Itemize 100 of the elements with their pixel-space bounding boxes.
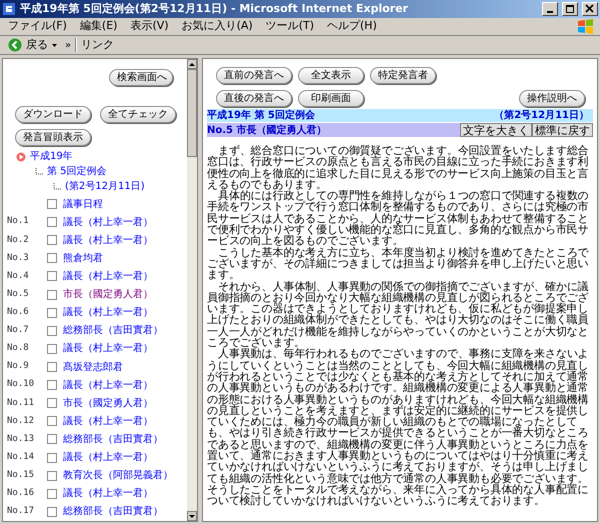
checkbox[interactable] xyxy=(47,470,57,481)
tree-link[interactable]: 平成19年 xyxy=(30,149,73,164)
speaker-link[interactable]: 髙坂登志郎君 xyxy=(63,360,123,375)
session-title: 平成19年 第 5回定例会 xyxy=(207,108,315,123)
nav-button[interactable]: 検索画面へ xyxy=(109,69,173,86)
nav-button[interactable]: 全文表示 xyxy=(298,67,364,84)
speech-paragraph: 具体的には行政としての専門性を維持しながら１つの窓口で関連する複数の手続をワンストップで行う窓口体制を整備するものであり、さらには究極の市民サービスは人であることから、人的なサービス体制もあわせて整備することで便利でわかりやすく優しい機能的な窓口に見直し、多角的な観点から市民サービスの向上を図るものでございます。 xyxy=(207,190,590,247)
speaker-link[interactable]: 議長（村上幸一君） xyxy=(63,486,153,502)
item-number: No.12 xyxy=(7,414,36,428)
checkbox[interactable] xyxy=(47,217,57,228)
item-number: No.14 xyxy=(7,450,36,464)
item-number: No.9 xyxy=(7,360,30,374)
item-number: No.7 xyxy=(7,324,30,338)
close-button[interactable] xyxy=(582,2,598,16)
scrollbar[interactable] xyxy=(187,59,197,521)
item-number: No.6 xyxy=(7,306,30,319)
speaker-link[interactable]: 議長（村上幸一君） xyxy=(63,305,153,320)
tree-link[interactable]: (第2号12月11日) xyxy=(65,179,145,194)
speaker-link[interactable]: 議長（村上幸一君） xyxy=(63,450,153,466)
checkbox[interactable] xyxy=(47,344,57,354)
checkbox[interactable] xyxy=(47,362,57,372)
speaker-link[interactable]: 議長（村上幸一君） xyxy=(63,378,153,393)
checkbox[interactable] xyxy=(47,199,57,210)
play-icon xyxy=(16,152,26,162)
nav-button[interactable]: 発言冒頭表示 xyxy=(15,129,91,146)
item-number: No.3 xyxy=(7,252,30,265)
menu-item[interactable]: お気に入り(A) xyxy=(182,18,253,35)
checkbox[interactable] xyxy=(47,308,57,318)
checkbox[interactable] xyxy=(47,398,57,408)
font-size-button[interactable]: 文字を大きく xyxy=(460,123,532,137)
item-number: No.4 xyxy=(7,270,30,283)
window-title: 平成19年第 5回定例会(第2号12月11日) - Microsoft Internet Explorer xyxy=(20,0,410,17)
speaker-link[interactable]: 総務部長（吉田實君） xyxy=(63,432,163,447)
speaker-link[interactable]: 市長（國定勇人君） xyxy=(63,287,153,302)
checkbox[interactable] xyxy=(47,488,57,499)
speech-paragraph: こうした基本的な考え方に立ち、本年度当初より検討を進めてきたところでございますが、その詳細につきましては担当より御答弁を申し上げたいと思います。 xyxy=(207,246,590,281)
checkbox[interactable] xyxy=(47,326,57,336)
nav-button[interactable]: 直後の発言へ xyxy=(216,90,292,107)
item-number: No.1 xyxy=(7,215,30,228)
windows-logo-icon xyxy=(576,18,596,35)
scroll-thumb[interactable] xyxy=(187,69,197,157)
speech-paragraph: それから、人事体制、人事異動の関係での御指摘でございますが、確かに議員御指摘のとおり今回かなり大幅な組織機構の見直しが図られるところでございます。この器はできようとしておりますけれども、仮に私どもが御提案申し上げたとおりの組織体制ができたとしても、やはり大切なのはそこに働く職員一人一人がどれだけ機能を維持しながらやっていくのかということが大切なところでございます。 xyxy=(207,280,590,348)
back-button[interactable]: 戻る xyxy=(8,36,48,54)
checkbox[interactable] xyxy=(47,434,57,444)
checkbox[interactable] xyxy=(47,290,57,300)
item-number: No.2 xyxy=(7,234,30,247)
item-number: No.5 xyxy=(7,288,30,301)
font-size-button[interactable]: 標準に戻す xyxy=(532,123,593,137)
speaker-link[interactable]: 教育次長（阿部晃義君） xyxy=(63,468,173,484)
nav-button[interactable]: 直前の発言へ xyxy=(216,67,292,84)
close-icon xyxy=(585,4,595,14)
speaker-link[interactable]: 熊倉均君 xyxy=(63,250,103,266)
item-number: No.17 xyxy=(7,505,36,518)
browser-icon xyxy=(2,2,16,16)
item-number: No.10 xyxy=(7,378,36,392)
maximize-button[interactable] xyxy=(562,2,578,16)
checkbox[interactable] xyxy=(47,452,57,463)
dropdown-caret-icon[interactable] xyxy=(52,44,57,46)
menu-item[interactable]: 編集(E) xyxy=(80,18,118,35)
speaker-link[interactable]: 市長（國定勇人君） xyxy=(63,396,153,411)
item-number: No.8 xyxy=(7,342,30,356)
speaker-link[interactable]: 議長（村上幸一君） xyxy=(63,268,153,284)
menu-item[interactable]: 表示(V) xyxy=(130,18,169,35)
speech-paragraph: 人事異動は、毎年行われるものでございますので、事務に支障を来さないようにしていくということは当然のこととしても、今回大幅に組織機構の見直しが行われるということでは少なくとも基本的な考え方としてそれに加えて通常の人事異動というものがあるわけです。組織機構の変更による人事異動と通常の形態における人事異動というものがありますけれども、今回大幅な組織機構の見直しということを考えますと、まずは安定的に継続的にサービスを提供していくためには、極力今の職員が新しい組織のもとでの職場になったとしても、やはり引き続き行政サービスが提供できるということが一番大切なところであると思いますので、組織機構の変更に伴う人事異動というところに力点を置いて、通常におきます人事異動というものについてはやはり十分慎重に考えていかなければいけないというふうに考えておりますが、そうは申し上げましても組織の活性化という意味では他方で通常の人事異動も必要でございます。そうしたことをトータルで考えながら、来年に入ってから具体的な人事配置について検討していかなければいけないというふうに考えております。 xyxy=(207,348,590,506)
speaker-link[interactable]: 議事日程 xyxy=(63,196,103,212)
speaker-link[interactable]: 総務部長（吉田實君） xyxy=(63,323,163,338)
item-number: No.16 xyxy=(7,487,36,500)
scroll-up-icon[interactable] xyxy=(189,62,195,66)
menu-item[interactable]: ファイル(F) xyxy=(8,18,67,35)
scroll-down-icon[interactable] xyxy=(189,514,195,518)
minimize-icon xyxy=(547,10,553,12)
speaker-link[interactable]: 総務部長（吉田實君） xyxy=(63,504,163,520)
session-date: （第2号12月11日） xyxy=(494,108,590,123)
tree-link[interactable]: 第 5回定例会 xyxy=(47,164,107,179)
nav-button[interactable]: 特定発言者 xyxy=(370,67,436,84)
speaker-link[interactable]: 議長（村上幸一君） xyxy=(63,232,153,248)
checkbox[interactable] xyxy=(47,416,57,426)
speaker-link[interactable]: 議長（村上幸一君） xyxy=(63,341,153,356)
item-number: No.15 xyxy=(7,468,36,482)
checkbox[interactable] xyxy=(47,271,57,282)
checkbox[interactable] xyxy=(47,380,57,390)
speaker-name: No.5 市長（國定勇人君） xyxy=(207,123,326,138)
speaker-link[interactable]: 議長（村上幸一君） xyxy=(63,214,153,230)
menu-item[interactable]: ツール(T) xyxy=(266,18,314,35)
nav-button[interactable]: 操作説明へ xyxy=(519,90,585,107)
nav-button[interactable]: ダウンロード xyxy=(15,106,91,123)
maximize-icon xyxy=(565,4,575,14)
speech-paragraph: まず、総合窓口についての御質疑でございます。今回設置をいたします総合窓口は、行政サービスの原点とも言える市民の目線に立った手続におきます利便性の向上を徹底的に追求した目に見える形でのサービス向上施策の目玉と言えるものでもあります。 xyxy=(207,145,590,190)
checkbox[interactable] xyxy=(47,253,57,264)
overflow-chevron[interactable]: » xyxy=(65,38,72,52)
nav-button[interactable]: 印刷画面 xyxy=(298,90,364,107)
minimize-button[interactable] xyxy=(542,2,558,16)
menu-item[interactable]: ヘルプ(H) xyxy=(327,18,377,35)
nav-button[interactable]: 全てチェック xyxy=(100,106,176,123)
item-number: No.11 xyxy=(7,396,36,410)
speaker-link[interactable]: 議長（村上幸一君） xyxy=(63,414,153,429)
item-number: No.13 xyxy=(7,432,36,446)
links-label[interactable]: リンク xyxy=(81,36,114,54)
checkbox[interactable] xyxy=(47,235,57,246)
checkbox[interactable] xyxy=(47,506,57,517)
